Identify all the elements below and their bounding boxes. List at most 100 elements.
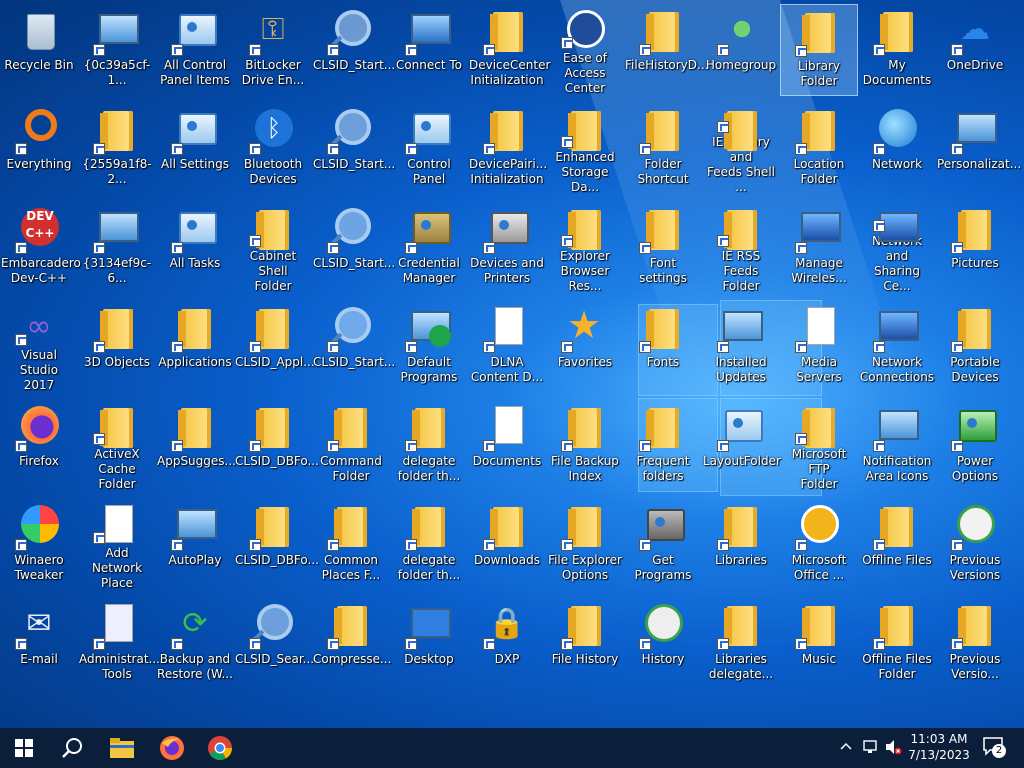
desktop-icon-control-panel[interactable]: Control Panel: [390, 103, 468, 195]
desktop-icon-add-network-place[interactable]: Add Network Place: [78, 499, 156, 591]
desktop-icon-network[interactable]: Network: [858, 103, 936, 195]
desktop-icon-offline-files[interactable]: Offline Files: [858, 499, 936, 591]
desktop-icon-network-and-sharing-ce[interactable]: Network and Sharing Ce...: [858, 202, 936, 294]
desktop-icon-clsid-dbfo[interactable]: CLSID_DBFo...: [234, 499, 319, 591]
desktop-icon-file-history[interactable]: File History: [546, 598, 624, 690]
desktop-icon-embarcadero-dev-c[interactable]: DEV C++ Embarcadero Dev-C++: [0, 202, 81, 294]
desktop-icon-libraries-delegate[interactable]: Libraries delegate...: [702, 598, 780, 690]
desktop-icon-file-backup-index[interactable]: File Backup Index: [546, 400, 624, 492]
desktop-icon-fonts[interactable]: Fonts: [624, 301, 702, 393]
desktop-icon-delegate-folder-th[interactable]: delegate folder th...: [390, 400, 468, 492]
desktop-icon-filehistoryd[interactable]: FileHistoryD...: [624, 4, 708, 96]
desktop-icon-backup-and-restore-w[interactable]: ⟳ Backup and Restore (W...: [156, 598, 234, 690]
desktop-icon-network-connections[interactable]: Network Connections: [858, 301, 936, 393]
desktop-icon-bluetooth-devices[interactable]: ᛒ Bluetooth Devices: [234, 103, 312, 195]
file-explorer-icon[interactable]: [98, 728, 146, 768]
desktop-icon-ease-of-access-center[interactable]: Ease of Access Center: [546, 4, 624, 96]
desktop-icon-delegate-folder-th[interactable]: delegate folder th...: [390, 499, 468, 591]
desktop-icon-clsid-start[interactable]: CLSID_Start...: [312, 301, 395, 393]
desktop-icon-devicecenter-initialization[interactable]: DeviceCenter Initialization: [468, 4, 550, 96]
desktop-icon-previous-versio[interactable]: Previous Versio...: [936, 598, 1014, 690]
desktop[interactable]: Recycle Bin Everything DEV C++ Embarcadero D…: [0, 0, 1024, 728]
desktop-icon-power-options[interactable]: Power Options: [936, 400, 1014, 492]
search-icon[interactable]: [48, 728, 96, 768]
desktop-icon-3134ef9c-6[interactable]: {3134ef9c-6...: [78, 202, 156, 294]
clock[interactable]: 11:03 AM 7/13/2023: [906, 731, 972, 763]
desktop-icon-clsid-start[interactable]: CLSID_Start...: [312, 103, 395, 195]
desktop-icon-portable-devices[interactable]: Portable Devices: [936, 301, 1014, 393]
desktop-icon-font-settings[interactable]: Font settings: [624, 202, 702, 294]
desktop-icon-activex-cache-folder[interactable]: ActiveX Cache Folder: [78, 400, 156, 492]
desktop-icon-music[interactable]: Music: [780, 598, 858, 690]
action-center-icon[interactable]: 2: [982, 736, 1008, 760]
desktop-icon-library-folder[interactable]: Library Folder: [780, 4, 858, 96]
desktop-icon-frequent-folders[interactable]: Frequent folders: [624, 400, 702, 492]
desktop-icon-common-places-f[interactable]: Common Places F...: [312, 499, 390, 591]
desktop-icon-clsid-dbfo[interactable]: CLSID_DBFo...: [234, 400, 319, 492]
desktop-icon-visual-studio-2017[interactable]: ∞ Visual Studio 2017: [0, 301, 78, 393]
desktop-icon-clsid-start[interactable]: CLSID_Start...: [312, 4, 395, 96]
desktop-icon-2559a1f8-2[interactable]: {2559a1f8-2...: [78, 103, 156, 195]
desktop-icon-favorites[interactable]: ★ Favorites: [546, 301, 624, 393]
desktop-icon-manage-wireles[interactable]: Manage Wireles...: [780, 202, 858, 294]
desktop-icon-enhanced-storage-da[interactable]: Enhanced Storage Da...: [546, 103, 624, 195]
desktop-icon-documents[interactable]: Documents: [468, 400, 546, 492]
desktop-icon-my-documents[interactable]: My Documents: [858, 4, 936, 96]
desktop-icon-previous-versions[interactable]: Previous Versions: [936, 499, 1014, 591]
chrome-icon[interactable]: [196, 728, 244, 768]
desktop-icon-libraries[interactable]: Libraries: [702, 499, 780, 591]
desktop-icon-microsoft-ftp-folder[interactable]: Microsoft FTP Folder: [780, 400, 858, 492]
desktop-icon-firefox[interactable]: Firefox: [0, 400, 78, 492]
desktop-icon-history[interactable]: History: [624, 598, 702, 690]
desktop-icon-clsid-appl[interactable]: CLSID_Appl...: [234, 301, 315, 393]
desktop-icon-personalizat[interactable]: Personalizat...: [936, 103, 1021, 195]
desktop-icon-dlna-content-d[interactable]: DLNA Content D...: [468, 301, 546, 393]
desktop-icon-layoutfolder[interactable]: LayoutFolder: [702, 400, 781, 492]
desktop-icon-default-programs[interactable]: Default Programs: [390, 301, 468, 393]
desktop-icon-winaero-tweaker[interactable]: Winaero Tweaker: [0, 499, 78, 591]
desktop-icon-recycle-bin[interactable]: Recycle Bin: [0, 4, 78, 96]
desktop-icon-administrat-tools[interactable]: Administrat... Tools: [78, 598, 160, 690]
desktop-icon-desktop[interactable]: Desktop: [390, 598, 468, 690]
desktop-icon-all-control-panel-items[interactable]: All Control Panel Items: [156, 4, 234, 96]
desktop-icon-appsugges[interactable]: AppSugges...: [156, 400, 236, 492]
desktop-icon-devicepairi-initialization[interactable]: DevicePairi... Initialization: [468, 103, 547, 195]
desktop-icon-installed-updates[interactable]: Installed Updates: [702, 301, 780, 393]
desktop-icon-onedrive[interactable]: ☁ OneDrive: [936, 4, 1014, 96]
windows-start-icon[interactable]: [0, 728, 48, 768]
desktop-icon-all-settings[interactable]: All Settings: [156, 103, 234, 195]
desktop-icon-pictures[interactable]: Pictures: [936, 202, 1014, 294]
desktop-icon-downloads[interactable]: Downloads: [468, 499, 546, 591]
volume-muted-icon[interactable]: [884, 738, 902, 760]
desktop-icon-compresse[interactable]: Compresse...: [312, 598, 391, 690]
desktop-icon-file-explorer-options[interactable]: File Explorer Options: [546, 499, 624, 591]
desktop-icon-3d-objects[interactable]: 3D Objects: [78, 301, 156, 393]
chevron-up-icon[interactable]: [838, 738, 854, 758]
desktop-icon-cabinet-shell-folder[interactable]: Cabinet Shell Folder: [234, 202, 312, 294]
desktop-icon-homegroup[interactable]: Homegroup: [702, 4, 780, 96]
desktop-icon-all-tasks[interactable]: All Tasks: [156, 202, 234, 294]
network-icon[interactable]: [862, 738, 880, 760]
desktop-icon-e-mail[interactable]: ✉ E-mail: [0, 598, 78, 690]
desktop-icon-notification-area-icons[interactable]: Notification Area Icons: [858, 400, 936, 492]
desktop-icon-0c39a5cf-1[interactable]: {0c39a5cf-1...: [78, 4, 156, 96]
desktop-icon-clsid-sear[interactable]: CLSID_Sear...: [234, 598, 314, 690]
desktop-icon-clsid-start[interactable]: CLSID_Start...: [312, 202, 395, 294]
firefox-icon[interactable]: [148, 728, 196, 768]
desktop-icon-media-servers[interactable]: Media Servers: [780, 301, 858, 393]
desktop-icon-folder-shortcut[interactable]: Folder Shortcut: [624, 103, 702, 195]
desktop-icon-everything[interactable]: Everything: [0, 103, 78, 195]
desktop-icon-ie-rss-feeds-folder[interactable]: IE RSS Feeds Folder: [702, 202, 780, 294]
desktop-icon-bitlocker-drive-en[interactable]: ⚿ BitLocker Drive En...: [234, 4, 312, 96]
desktop-icon-applications[interactable]: Applications: [156, 301, 234, 393]
desktop-icon-explorer-browser-res[interactable]: Explorer Browser Res...: [546, 202, 624, 294]
desktop-icon-offline-files-folder[interactable]: Offline Files Folder: [858, 598, 936, 690]
desktop-icon-credential-manager[interactable]: Credential Manager: [390, 202, 468, 294]
desktop-icon-command-folder[interactable]: Command Folder: [312, 400, 390, 492]
desktop-icon-dxp[interactable]: 🔒 DXP: [468, 598, 546, 690]
desktop-icon-devices-and-printers[interactable]: Devices and Printers: [468, 202, 546, 294]
desktop-icon-ie-history-and-feeds-shell[interactable]: IE History and Feeds Shell ...: [702, 103, 780, 195]
desktop-icon-get-programs[interactable]: Get Programs: [624, 499, 702, 591]
desktop-icon-location-folder[interactable]: Location Folder: [780, 103, 858, 195]
desktop-icon-microsoft-office[interactable]: Microsoft Office ...: [780, 499, 858, 591]
